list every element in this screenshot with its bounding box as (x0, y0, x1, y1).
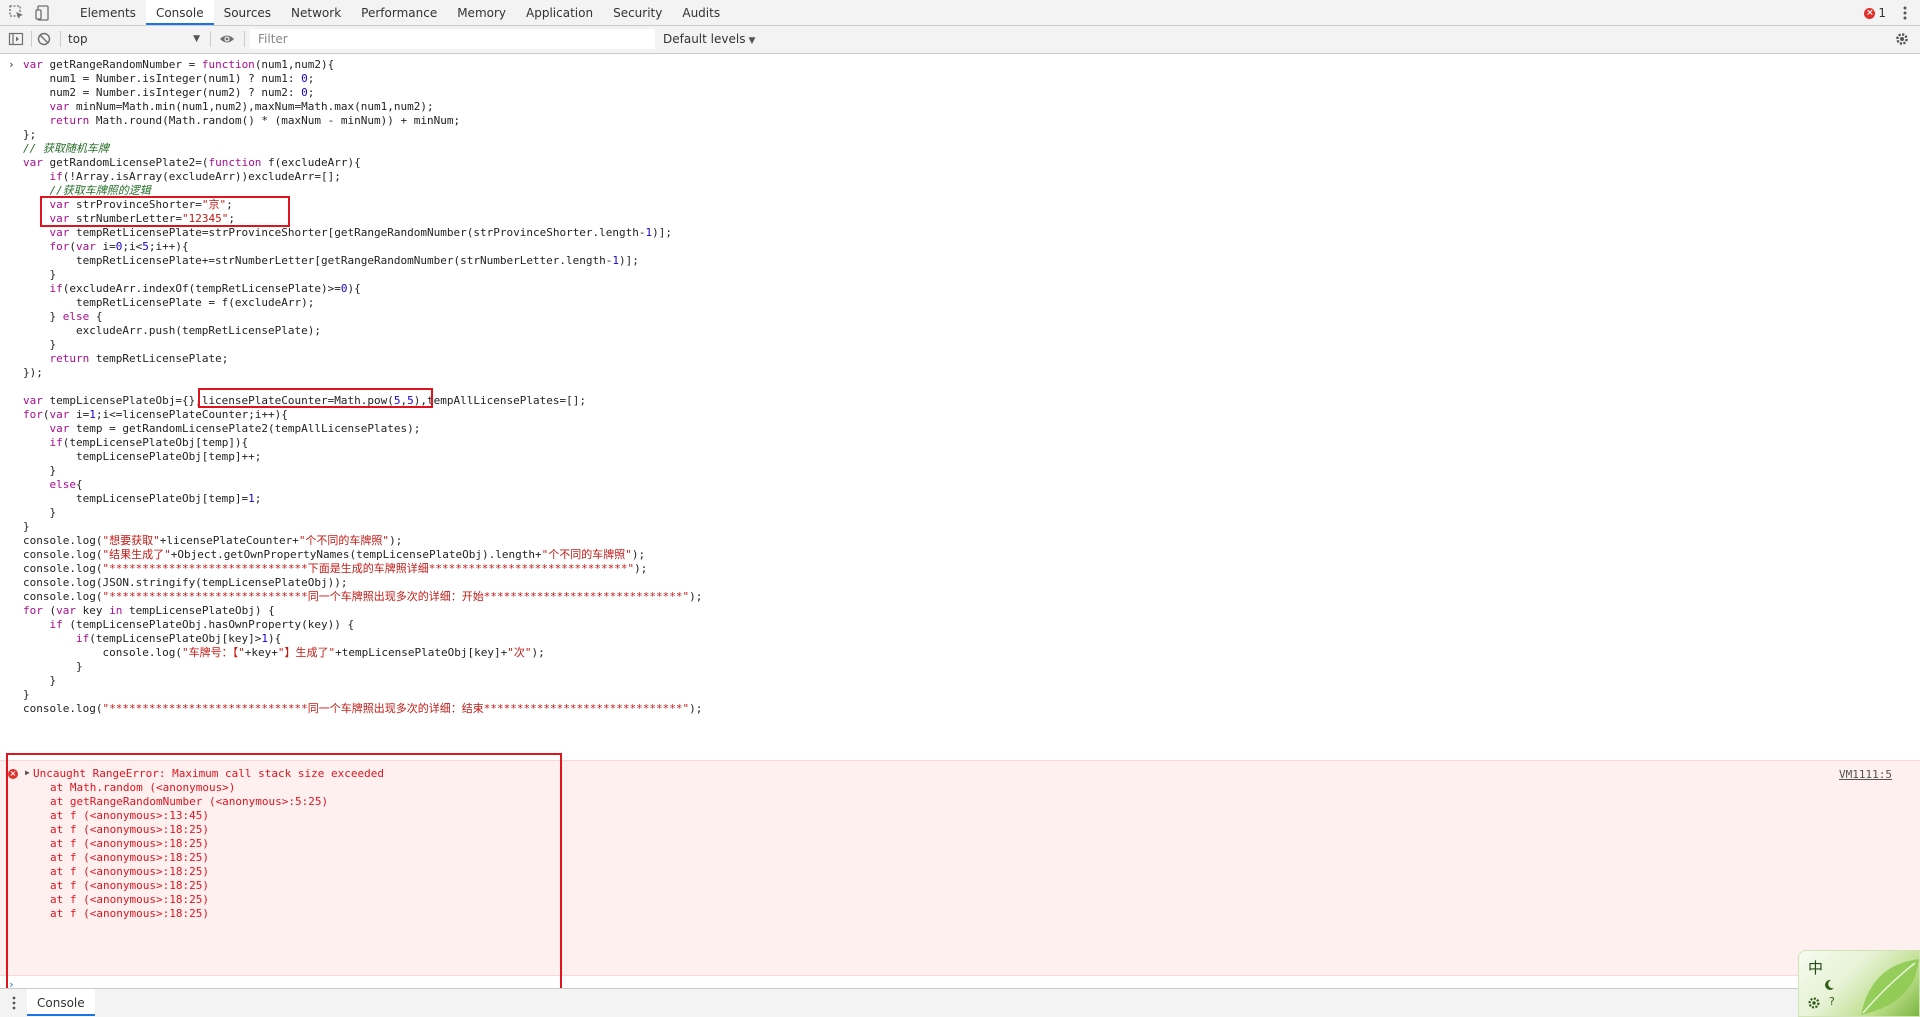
code-line: console.log("结果生成了"+Object.getOwnPropert… (23, 548, 646, 561)
tab-security[interactable]: Security (603, 0, 672, 25)
tab-performance[interactable]: Performance (351, 0, 447, 25)
code-line: return tempRetLicensePlate; (49, 352, 229, 365)
leaf-decoration (1861, 959, 1919, 1015)
error-count: 1 (1878, 6, 1886, 20)
input-chevron-icon: › (8, 58, 15, 71)
code-line: for(var i=1;i<=licensePlateCounter;i++){ (23, 408, 288, 421)
prompt-chevron-icon: › (8, 978, 15, 988)
tab-console[interactable]: Console (145, 0, 214, 25)
log-levels-label: Default levels (663, 32, 746, 46)
log-levels-dropdown[interactable]: Default levels ▼ (663, 29, 755, 49)
code-block: var getRangeRandomNumber = function(num1… (0, 58, 1920, 716)
context-label: top (68, 32, 88, 46)
console-toolbar: top ▼ Default levels▼ (0, 26, 1920, 54)
code-line: var tempRetLicensePlate=strProvinceShort… (49, 226, 673, 239)
code-line: console.log("***************************… (23, 590, 703, 603)
code-line: } (23, 520, 30, 533)
eye-icon[interactable] (219, 31, 235, 47)
code-line: var getRangeRandomNumber = function(num1… (23, 58, 335, 71)
code-line: if(tempLicensePlateObj[temp]){ (49, 436, 249, 449)
code-line: var temp = getRandomLicensePlate2(tempAl… (49, 422, 421, 435)
code-line: tempRetLicensePlate+=strNumberLetter[get… (23, 254, 639, 267)
devtools-tabbar: Elements Console Sources Network Performance… (0, 0, 1920, 26)
drawer-bar: Console (0, 988, 1920, 1017)
code-line: for(var i=0;i<5;i++){ (49, 240, 189, 253)
settings-icon[interactable] (1894, 31, 1910, 47)
code-line: } (23, 506, 57, 519)
console-prompt[interactable]: › (0, 978, 1920, 988)
ime-settings-icon[interactable] (1806, 995, 1822, 1015)
console-input-message: › var getRangeRandomNumber = function(nu… (0, 54, 1920, 722)
tab-audits[interactable]: Audits (672, 0, 730, 25)
drawer-menu-icon[interactable] (9, 994, 19, 1015)
code-line: return Math.round(Math.random() * (maxNu… (49, 114, 461, 127)
device-toggle-icon[interactable] (34, 4, 52, 22)
ime-help-icon[interactable]: ? (1829, 995, 1835, 1008)
code-line: // 获取随机车牌 (23, 142, 109, 155)
tab-elements[interactable]: Elements (70, 0, 146, 25)
code-line: if(excludeArr.indexOf(tempRetLicensePlat… (49, 282, 361, 295)
code-line: } (23, 688, 30, 701)
error-counter[interactable]: × 1 (1864, 6, 1886, 20)
code-line: console.log("车牌号：【"+key+"】生成了"+tempLicen… (23, 646, 545, 659)
code-line: if(!Array.isArray(excludeArr))excludeArr… (49, 170, 341, 183)
ime-moon-icon (1822, 977, 1836, 996)
inspect-icon[interactable] (8, 4, 26, 22)
code-line: } (23, 660, 83, 673)
code-line: console.log(JSON.stringify(tempLicensePl… (23, 576, 348, 589)
code-line: } (23, 268, 57, 281)
panel-tabs: Elements Console Sources Network Performance… (70, 0, 730, 26)
code-line: var getRandomLicensePlate2=(function f(e… (23, 156, 361, 169)
caret-down-icon: ▼ (748, 36, 756, 46)
code-line: } (23, 674, 57, 687)
code-line: console.log("***************************… (23, 702, 703, 715)
code-line: num1 = Number.isInteger(num1) ? num1: 0; (23, 72, 315, 85)
tab-application[interactable]: Application (516, 0, 603, 25)
code-line: tempLicensePlateObj[temp]=1; (23, 492, 262, 505)
sidebar-toggle-icon[interactable] (8, 31, 24, 47)
filter-input[interactable] (250, 29, 655, 49)
code-line: num2 = Number.isInteger(num2) ? num2: 0; (23, 86, 315, 99)
context-selector[interactable]: top ▼ (68, 29, 202, 49)
code-line: var minNum=Math.min(num1,num2),maxNum=Ma… (49, 100, 434, 113)
ime-widget[interactable]: 中 ? (1798, 950, 1920, 1017)
highlight-box-province (40, 196, 290, 227)
code-line: } (23, 464, 57, 477)
ime-language-label: 中 (1808, 959, 1824, 977)
tab-network[interactable]: Network (281, 0, 351, 25)
highlight-box-error (6, 753, 562, 988)
caret-down-icon: ▼ (193, 34, 200, 44)
tab-sources[interactable]: Sources (214, 0, 281, 25)
code-line: }; (23, 128, 37, 141)
code-line: }); (23, 366, 43, 379)
code-line: tempLicensePlateObj[temp]++; (23, 450, 262, 463)
code-line: tempRetLicensePlate = f(excludeArr); (23, 296, 315, 309)
tab-memory[interactable]: Memory (447, 0, 516, 25)
code-line: else{ (49, 478, 83, 491)
code-line: console.log("想要获取"+licensePlateCounter+"… (23, 534, 403, 547)
code-line: if(tempLicensePlateObj[key]>1){ (75, 632, 282, 645)
more-icon[interactable] (1898, 4, 1912, 22)
error-source-link[interactable]: VM1111:5 (1839, 768, 1892, 781)
clear-console-icon[interactable] (36, 31, 52, 47)
code-line: } else { (23, 310, 103, 323)
console-messages[interactable]: › var getRangeRandomNumber = function(nu… (0, 54, 1920, 988)
code-line: } (23, 338, 57, 351)
drawer-tab-console[interactable]: Console (27, 989, 95, 1016)
code-line: if (tempLicensePlateObj.hasOwnProperty(k… (49, 618, 355, 631)
code-line: excludeArr.push(tempRetLicensePlate); (23, 324, 322, 337)
code-line: for (var key in tempLicensePlateObj) { (23, 604, 275, 617)
highlight-box-counter (198, 388, 433, 408)
error-icon: × (1864, 7, 1876, 19)
code-line: console.log("***************************… (23, 562, 648, 575)
